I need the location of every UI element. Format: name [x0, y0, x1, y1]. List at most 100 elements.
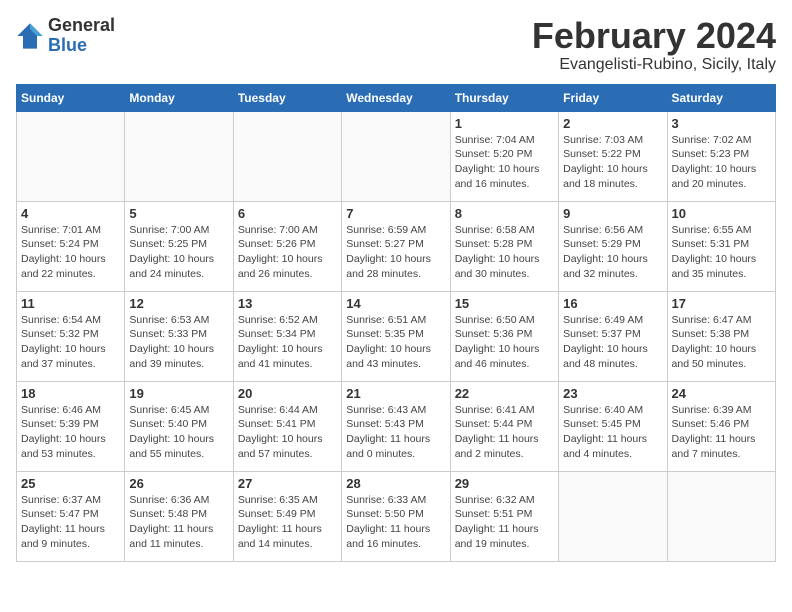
day-number: 27: [238, 476, 337, 491]
day-number: 5: [129, 206, 228, 221]
day-number: 1: [455, 116, 554, 131]
week-row-3: 11 Sunrise: 6:54 AM Sunset: 5:32 PM Dayli…: [17, 291, 776, 381]
calendar-cell: 26 Sunrise: 6:36 AM Sunset: 5:48 PM Dayli…: [125, 471, 233, 561]
weekday-header-sunday: Sunday: [17, 84, 125, 111]
day-info: Sunrise: 6:41 AM Sunset: 5:44 PM Dayligh…: [455, 403, 554, 462]
weekday-header-wednesday: Wednesday: [342, 84, 450, 111]
day-info: Sunrise: 6:49 AM Sunset: 5:37 PM Dayligh…: [563, 313, 662, 372]
calendar-cell: 22 Sunrise: 6:41 AM Sunset: 5:44 PM Dayli…: [450, 381, 558, 471]
logo-general: General: [48, 15, 115, 35]
calendar-cell: [559, 471, 667, 561]
day-info: Sunrise: 6:46 AM Sunset: 5:39 PM Dayligh…: [21, 403, 120, 462]
day-number: 16: [563, 296, 662, 311]
day-info: Sunrise: 6:54 AM Sunset: 5:32 PM Dayligh…: [21, 313, 120, 372]
weekday-header-saturday: Saturday: [667, 84, 775, 111]
header: General Blue February 2024 Evangelisti-R…: [16, 16, 776, 74]
day-info: Sunrise: 6:45 AM Sunset: 5:40 PM Dayligh…: [129, 403, 228, 462]
calendar-cell: 17 Sunrise: 6:47 AM Sunset: 5:38 PM Dayli…: [667, 291, 775, 381]
calendar-cell: 18 Sunrise: 6:46 AM Sunset: 5:39 PM Dayli…: [17, 381, 125, 471]
weekday-header-monday: Monday: [125, 84, 233, 111]
weekday-header-tuesday: Tuesday: [233, 84, 341, 111]
calendar-cell: 9Sunrise: 6:56 AM Sunset: 5:29 PM Daylig…: [559, 201, 667, 291]
day-number: 4: [21, 206, 120, 221]
day-info: Sunrise: 6:47 AM Sunset: 5:38 PM Dayligh…: [672, 313, 771, 372]
day-number: 6: [238, 206, 337, 221]
day-info: Sunrise: 6:35 AM Sunset: 5:49 PM Dayligh…: [238, 493, 337, 552]
day-number: 7: [346, 206, 445, 221]
day-number: 14: [346, 296, 445, 311]
calendar-cell: [342, 111, 450, 201]
week-row-1: 1 Sunrise: 7:04 AM Sunset: 5:20 PM Daylig…: [17, 111, 776, 201]
calendar-cell: 29 Sunrise: 6:32 AM Sunset: 5:51 PM Dayli…: [450, 471, 558, 561]
day-number: 23: [563, 386, 662, 401]
day-number: 2: [563, 116, 662, 131]
calendar-cell: 25Sunrise: 6:37 AM Sunset: 5:47 PM Dayli…: [17, 471, 125, 561]
day-info: Sunrise: 6:59 AM Sunset: 5:27 PM Dayligh…: [346, 223, 445, 282]
calendar-cell: [233, 111, 341, 201]
calendar-cell: 5 Sunrise: 7:00 AM Sunset: 5:25 PM Daylig…: [125, 201, 233, 291]
day-number: 28: [346, 476, 445, 491]
day-info: Sunrise: 6:50 AM Sunset: 5:36 PM Dayligh…: [455, 313, 554, 372]
day-info: Sunrise: 6:40 AM Sunset: 5:45 PM Dayligh…: [563, 403, 662, 462]
day-number: 22: [455, 386, 554, 401]
day-number: 3: [672, 116, 771, 131]
weekday-header-friday: Friday: [559, 84, 667, 111]
day-info: Sunrise: 6:52 AM Sunset: 5:34 PM Dayligh…: [238, 313, 337, 372]
day-info: Sunrise: 6:32 AM Sunset: 5:51 PM Dayligh…: [455, 493, 554, 552]
day-number: 29: [455, 476, 554, 491]
calendar-cell: 10 Sunrise: 6:55 AM Sunset: 5:31 PM Dayli…: [667, 201, 775, 291]
calendar-cell: 7 Sunrise: 6:59 AM Sunset: 5:27 PM Daylig…: [342, 201, 450, 291]
calendar-cell: 11 Sunrise: 6:54 AM Sunset: 5:32 PM Dayli…: [17, 291, 125, 381]
day-info: Sunrise: 7:03 AM Sunset: 5:22 PM Dayligh…: [563, 133, 662, 192]
logo-blue: Blue: [48, 35, 87, 55]
day-number: 18: [21, 386, 120, 401]
logo-icon: [16, 22, 44, 50]
calendar-cell: [667, 471, 775, 561]
day-number: 26: [129, 476, 228, 491]
day-info: Sunrise: 6:33 AM Sunset: 5:50 PM Dayligh…: [346, 493, 445, 552]
day-number: 17: [672, 296, 771, 311]
day-info: Sunrise: 6:58 AM Sunset: 5:28 PM Dayligh…: [455, 223, 554, 282]
calendar-cell: 20 Sunrise: 6:44 AM Sunset: 5:41 PM Dayli…: [233, 381, 341, 471]
day-number: 21: [346, 386, 445, 401]
weekday-header-thursday: Thursday: [450, 84, 558, 111]
calendar-cell: 27 Sunrise: 6:35 AM Sunset: 5:49 PM Dayli…: [233, 471, 341, 561]
title-area: February 2024 Evangelisti-Rubino, Sicily…: [532, 16, 776, 74]
week-row-4: 18 Sunrise: 6:46 AM Sunset: 5:39 PM Dayli…: [17, 381, 776, 471]
calendar-cell: [17, 111, 125, 201]
calendar-cell: 6 Sunrise: 7:00 AM Sunset: 5:26 PM Daylig…: [233, 201, 341, 291]
day-info: Sunrise: 6:44 AM Sunset: 5:41 PM Dayligh…: [238, 403, 337, 462]
calendar-cell: 24 Sunrise: 6:39 AM Sunset: 5:46 PM Dayli…: [667, 381, 775, 471]
day-number: 13: [238, 296, 337, 311]
calendar-cell: 15Sunrise: 6:50 AM Sunset: 5:36 PM Dayli…: [450, 291, 558, 381]
day-number: 20: [238, 386, 337, 401]
day-number: 8: [455, 206, 554, 221]
calendar-cell: 21Sunrise: 6:43 AM Sunset: 5:43 PM Dayli…: [342, 381, 450, 471]
day-number: 19: [129, 386, 228, 401]
day-info: Sunrise: 6:37 AM Sunset: 5:47 PM Dayligh…: [21, 493, 120, 552]
calendar-cell: 1 Sunrise: 7:04 AM Sunset: 5:20 PM Daylig…: [450, 111, 558, 201]
day-info: Sunrise: 6:53 AM Sunset: 5:33 PM Dayligh…: [129, 313, 228, 372]
day-info: Sunrise: 6:39 AM Sunset: 5:46 PM Dayligh…: [672, 403, 771, 462]
day-info: Sunrise: 6:55 AM Sunset: 5:31 PM Dayligh…: [672, 223, 771, 282]
day-number: 11: [21, 296, 120, 311]
week-row-5: 25Sunrise: 6:37 AM Sunset: 5:47 PM Dayli…: [17, 471, 776, 561]
day-number: 9: [563, 206, 662, 221]
calendar-table: SundayMondayTuesdayWednesdayThursdayFrid…: [16, 84, 776, 562]
week-row-2: 4Sunrise: 7:01 AM Sunset: 5:24 PM Daylig…: [17, 201, 776, 291]
day-number: 10: [672, 206, 771, 221]
calendar-cell: 14Sunrise: 6:51 AM Sunset: 5:35 PM Dayli…: [342, 291, 450, 381]
calendar-cell: 13 Sunrise: 6:52 AM Sunset: 5:34 PM Dayli…: [233, 291, 341, 381]
day-info: Sunrise: 7:04 AM Sunset: 5:20 PM Dayligh…: [455, 133, 554, 192]
day-number: 24: [672, 386, 771, 401]
main-title: February 2024: [532, 16, 776, 56]
calendar-cell: 2 Sunrise: 7:03 AM Sunset: 5:22 PM Daylig…: [559, 111, 667, 201]
day-info: Sunrise: 6:36 AM Sunset: 5:48 PM Dayligh…: [129, 493, 228, 552]
day-info: Sunrise: 7:00 AM Sunset: 5:25 PM Dayligh…: [129, 223, 228, 282]
calendar-cell: [125, 111, 233, 201]
calendar-cell: 23 Sunrise: 6:40 AM Sunset: 5:45 PM Dayli…: [559, 381, 667, 471]
calendar-header-row: SundayMondayTuesdayWednesdayThursdayFrid…: [17, 84, 776, 111]
calendar-cell: 28 Sunrise: 6:33 AM Sunset: 5:50 PM Dayli…: [342, 471, 450, 561]
subtitle: Evangelisti-Rubino, Sicily, Italy: [532, 56, 776, 74]
day-info: Sunrise: 7:00 AM Sunset: 5:26 PM Dayligh…: [238, 223, 337, 282]
